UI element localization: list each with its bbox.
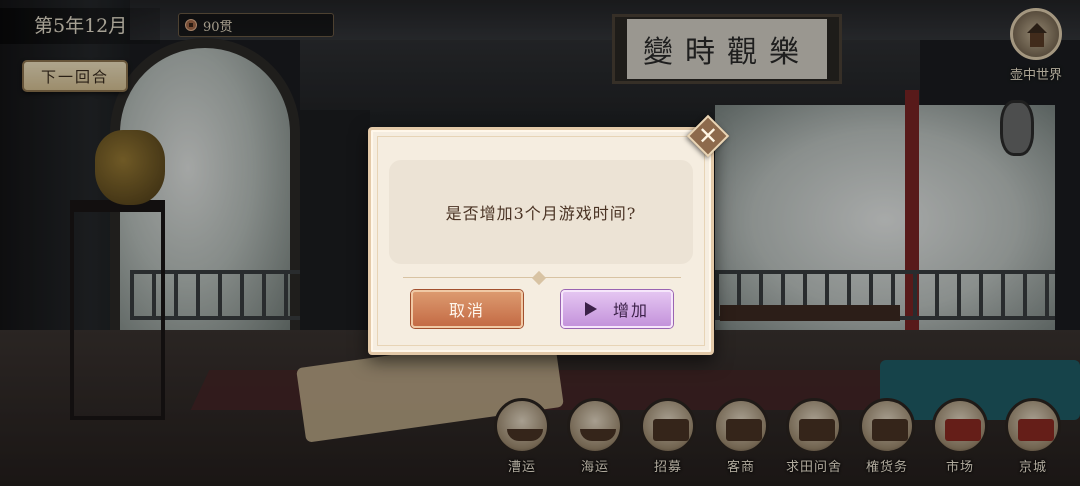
cancel-label: 取消 bbox=[448, 301, 485, 320]
cancel-button[interactable]: 取消 bbox=[411, 290, 523, 328]
add-button[interactable]: 增加 bbox=[561, 290, 673, 328]
add-label: 增加 bbox=[612, 301, 649, 320]
close-icon: ✕ bbox=[697, 122, 719, 150]
close-button[interactable]: ✕ bbox=[686, 114, 730, 158]
confirm-dialog: 是否增加3个月游戏时间? 取消 增加 bbox=[368, 127, 714, 355]
divider-ornament bbox=[531, 270, 547, 286]
dialog-message: 是否增加3个月游戏时间? bbox=[389, 160, 693, 264]
play-icon bbox=[584, 302, 597, 316]
